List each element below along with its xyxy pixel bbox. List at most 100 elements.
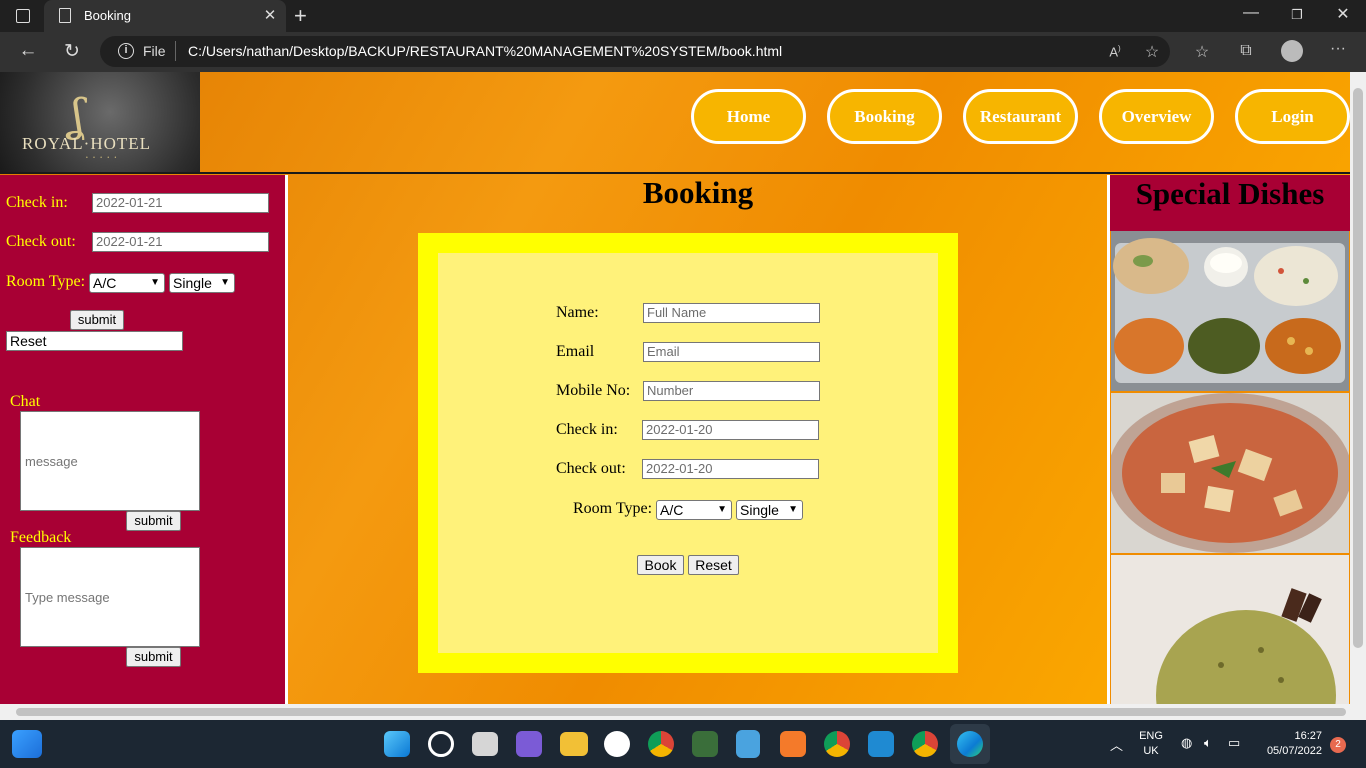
room-type-label: Room Type:	[573, 500, 653, 517]
dish-image-dessert	[1111, 555, 1349, 704]
quick-room-single-select[interactable]: Single ▼	[169, 273, 235, 293]
chat-textarea[interactable]: message	[20, 411, 200, 511]
dish-image-thali	[1111, 231, 1349, 391]
clock[interactable]: 16:27 05/07/2022	[1252, 729, 1322, 759]
chevron-down-icon: ▼	[150, 277, 160, 288]
room-ac-value: A/C	[660, 502, 684, 518]
quick-check-out-input[interactable]: 2022-01-21	[92, 232, 269, 252]
more-icon[interactable]: ···	[1326, 40, 1350, 58]
hotel-logo[interactable]: ʆ ROYAL·HOTEL • • • • •	[0, 72, 200, 172]
reset-button[interactable]: Reset	[688, 555, 739, 575]
nav-home[interactable]: Home	[691, 89, 806, 144]
chrome-icon[interactable]	[912, 731, 938, 757]
network-icon[interactable]: ◍	[1181, 735, 1192, 751]
chat-app-icon[interactable]	[516, 731, 542, 757]
clock-time: 16:27	[1294, 730, 1322, 742]
left-divider	[285, 175, 288, 704]
notepad-icon[interactable]	[736, 730, 760, 758]
nav-restaurant[interactable]: Restaurant	[963, 89, 1078, 144]
nav-booking[interactable]: Booking	[827, 89, 942, 144]
file-label: File	[143, 43, 166, 59]
xampp-icon[interactable]	[780, 731, 806, 757]
task-switch-icon[interactable]	[472, 732, 498, 756]
favorites-icon[interactable]: ☆	[1190, 42, 1214, 62]
logo-stars: • • • • •	[86, 155, 119, 161]
page-content: ʆ ROYAL·HOTEL • • • • • Home Booking Res…	[0, 72, 1350, 704]
tab-actions-icon[interactable]	[16, 9, 30, 23]
nav-login[interactable]: Login	[1235, 89, 1350, 144]
chrome-icon[interactable]	[824, 731, 850, 757]
chat-submit-button[interactable]: submit	[126, 511, 181, 531]
chevron-down-icon: ▼	[717, 504, 727, 515]
email-input[interactable]: Email	[643, 342, 820, 362]
close-window-icon[interactable]: ✕	[1320, 4, 1366, 24]
feedback-label: Feedback	[10, 529, 72, 546]
quick-check-in-input[interactable]: 2022-01-21	[92, 193, 269, 213]
task-view-icon[interactable]	[12, 730, 42, 758]
tab-title: Booking	[84, 8, 131, 23]
new-tab-icon[interactable]: +	[294, 3, 307, 29]
language-indicator[interactable]: ENG UK	[1132, 729, 1170, 759]
header-divider	[0, 172, 1350, 174]
vscode-icon[interactable]	[868, 731, 894, 757]
info-icon[interactable]: i	[118, 43, 134, 59]
collections-icon[interactable]: ⧉	[1234, 42, 1258, 60]
name-label: Name:	[556, 304, 599, 321]
quick-check-in-label: Check in:	[6, 194, 68, 211]
room-single-value: Single	[740, 502, 779, 518]
booking-title: Booking	[642, 175, 754, 210]
quick-room-type-label: Room Type:	[6, 273, 86, 290]
nav-overview[interactable]: Overview	[1099, 89, 1214, 144]
app-icon[interactable]	[692, 731, 718, 757]
quick-room-ac-select[interactable]: A/C ▼	[89, 273, 165, 293]
refresh-icon[interactable]: ↻	[58, 40, 86, 63]
start-icon[interactable]	[384, 731, 410, 757]
horizontal-scroll-thumb[interactable]	[16, 708, 1346, 716]
edge-icon[interactable]	[957, 731, 983, 757]
quick-room-single-value: Single	[173, 275, 212, 291]
profile-avatar[interactable]	[1281, 40, 1303, 62]
chat-label: Chat	[10, 393, 41, 410]
url-text[interactable]: C:/Users/nathan/Desktop/BACKUP/RESTAURAN…	[188, 43, 782, 59]
chevron-down-icon: ▼	[788, 504, 798, 515]
page-favicon-icon	[59, 8, 71, 23]
vertical-scroll-thumb[interactable]	[1353, 88, 1363, 648]
logo-text: ROYAL·HOTEL	[22, 134, 152, 153]
mobile-label: Mobile No:	[556, 382, 631, 399]
room-single-select[interactable]: Single ▼	[736, 500, 803, 520]
lang-line1: ENG	[1139, 730, 1163, 742]
browser-tab[interactable]	[44, 0, 286, 32]
back-icon[interactable]: ←	[14, 40, 42, 62]
feedback-textarea[interactable]: Type message	[20, 547, 200, 647]
tab-close-icon[interactable]: ✕	[262, 6, 278, 24]
name-input[interactable]: Full Name	[643, 303, 820, 323]
check-out-input[interactable]: 2022-01-20	[642, 459, 819, 479]
mobile-input[interactable]: Number	[643, 381, 820, 401]
add-favorite-icon[interactable]: ☆	[1140, 42, 1164, 62]
app-icon[interactable]	[604, 731, 630, 757]
restore-icon[interactable]: ❐	[1274, 7, 1320, 23]
notification-badge[interactable]: 2	[1330, 737, 1346, 753]
volume-icon[interactable]: 🔈︎	[1204, 735, 1212, 751]
quick-reset-button[interactable]: Reset	[6, 331, 183, 351]
quick-submit-button[interactable]: submit	[70, 310, 124, 330]
feedback-submit-button[interactable]: submit	[126, 647, 181, 667]
file-explorer-icon[interactable]	[560, 732, 588, 756]
clock-date: 05/07/2022	[1266, 745, 1322, 757]
email-label: Email	[556, 343, 595, 360]
lang-line2: UK	[1143, 745, 1159, 757]
check-in-input[interactable]: 2022-01-20	[642, 420, 819, 440]
special-dishes-title: Special Dishes	[1135, 176, 1325, 211]
url-separator	[175, 41, 176, 61]
search-icon[interactable]	[428, 731, 454, 757]
chevron-down-icon: ▼	[220, 277, 230, 288]
battery-icon[interactable]: ▭	[1228, 735, 1240, 751]
chevron-up-icon[interactable]: ︿	[1110, 735, 1123, 754]
read-aloud-icon[interactable]: A)	[1103, 44, 1127, 59]
chrome-icon[interactable]	[648, 731, 674, 757]
check-in-label: Check in:	[556, 421, 618, 438]
check-out-label: Check out:	[556, 460, 626, 477]
room-ac-select[interactable]: A/C ▼	[656, 500, 732, 520]
minimize-icon[interactable]: —	[1228, 4, 1274, 22]
book-button[interactable]: Book	[637, 555, 684, 575]
